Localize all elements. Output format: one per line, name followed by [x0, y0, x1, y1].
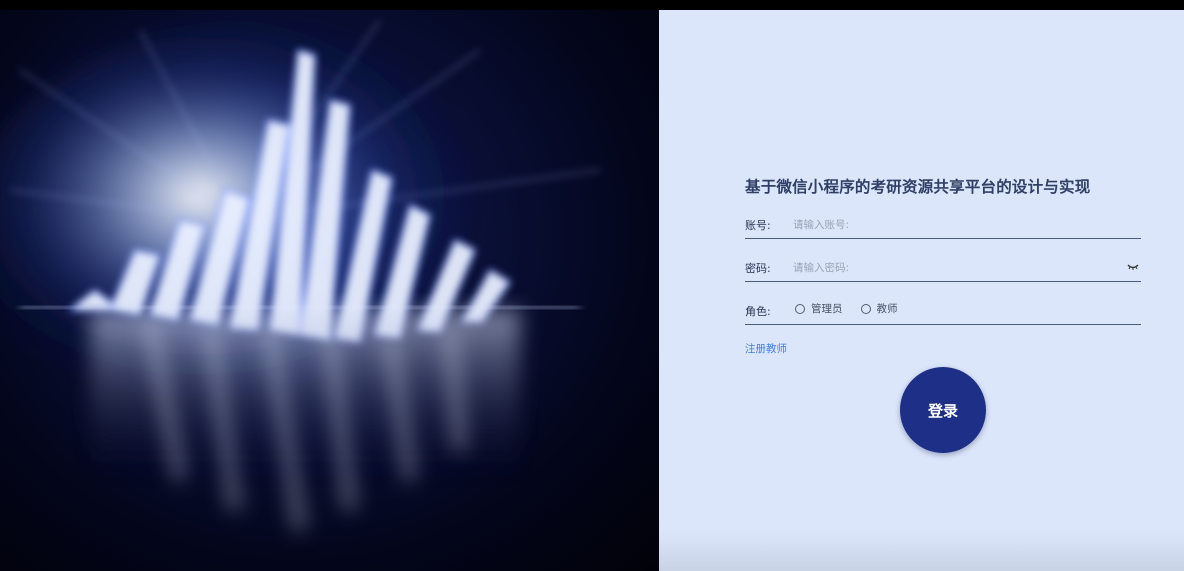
role-radio-teacher[interactable]: 教师 [860, 301, 898, 316]
login-button[interactable]: 登录 [900, 367, 986, 453]
role-radio-group: 管理员 教师 [795, 301, 916, 316]
page-title: 基于微信小程序的考研资源共享平台的设计与实现 [745, 178, 1091, 196]
light-sculpture-image [0, 19, 601, 532]
role-radio-admin[interactable]: 管理员 [795, 301, 843, 316]
background-image-panel [0, 10, 659, 571]
radio-circle-icon[interactable] [860, 303, 871, 314]
top-bar [0, 0, 1184, 10]
login-panel: 基于微信小程序的考研资源共享平台的设计与实现 账号: 密码: 角色: 管理员 教… [659, 10, 1184, 571]
account-field: 账号: [745, 212, 1141, 239]
eye-closed-icon[interactable] [1127, 261, 1139, 271]
role-teacher-label: 教师 [876, 303, 898, 315]
account-label: 账号: [745, 219, 771, 232]
account-input[interactable] [791, 214, 1115, 236]
password-field: 密码: [745, 255, 1141, 282]
password-input[interactable] [791, 257, 1115, 279]
password-label: 密码: [745, 262, 771, 275]
role-admin-label: 管理员 [811, 303, 843, 315]
bottom-fade [659, 531, 1184, 571]
register-teacher-link[interactable]: 注册教师 [745, 341, 787, 356]
role-field: 角色: 管理员 教师 [745, 298, 1141, 325]
role-label: 角色: [745, 305, 771, 318]
radio-circle-icon[interactable] [795, 303, 805, 314]
